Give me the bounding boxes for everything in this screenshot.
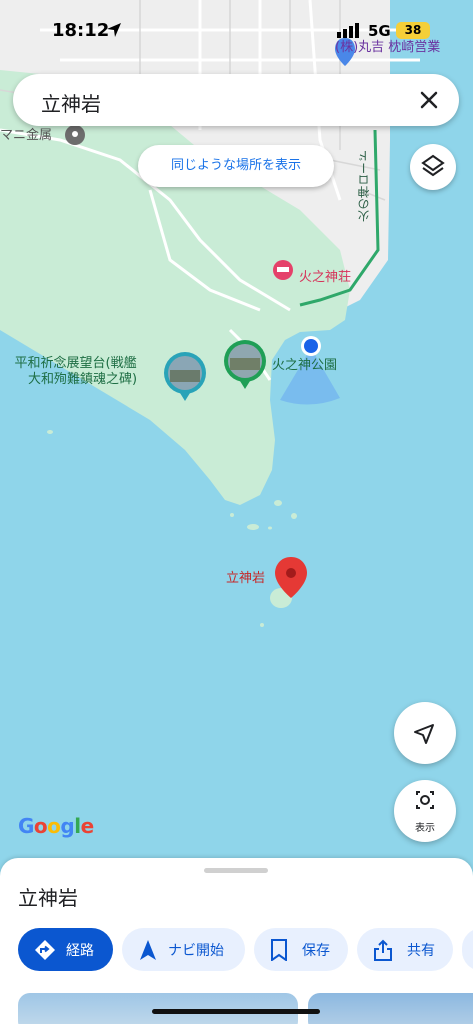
my-location-button[interactable]	[394, 702, 456, 764]
observatory-line-1: 平和祈念展望台(戦艦	[14, 356, 137, 371]
share-button[interactable]: 共有	[357, 928, 453, 971]
close-icon[interactable]	[415, 86, 443, 114]
lens-button[interactable]: 表示	[394, 780, 456, 842]
home-indicator[interactable]	[152, 1009, 320, 1014]
place-title: 立神岩	[18, 886, 78, 910]
similar-places-button[interactable]: 同じような場所を表示	[138, 145, 334, 187]
more-actions-chip[interactable]	[462, 928, 473, 971]
map-label-tategamiiwa[interactable]: 立神岩	[226, 571, 265, 587]
bookmark-icon	[271, 939, 287, 961]
map-label-hinokami-so[interactable]: 火之神荘	[299, 270, 351, 286]
search-bar[interactable]: 立神岩	[13, 74, 459, 126]
status-time: 18:12	[52, 20, 110, 41]
google-logo: Google	[18, 814, 94, 838]
place-photo[interactable]	[308, 993, 473, 1024]
save-button[interactable]: 保存	[254, 928, 348, 971]
directions-icon	[35, 940, 55, 960]
layers-icon	[421, 154, 445, 177]
observatory-line-2: 大和殉難鎮魂之碑)	[28, 372, 138, 387]
layers-button[interactable]	[410, 144, 456, 190]
save-label: 保存	[302, 943, 330, 959]
place-sheet[interactable]: 立神岩 経路 ナビ開始 保存 共有	[0, 858, 473, 1024]
status-bar: 18:12 5G 38 (株)丸吉 枕崎営業	[0, 0, 473, 62]
share-icon	[374, 939, 392, 961]
lens-label: 表示	[415, 823, 435, 834]
start-navigation-label: ナビ開始	[168, 943, 224, 959]
directions-label: 経路	[66, 943, 94, 959]
lens-icon	[416, 791, 434, 809]
share-label: 共有	[407, 943, 435, 959]
search-query[interactable]: 立神岩	[41, 88, 101, 117]
map-label-hinokami-park[interactable]: 火之神公園	[272, 358, 337, 374]
navigation-arrow-icon	[414, 724, 434, 744]
sheet-handle[interactable]	[204, 868, 268, 873]
poi-label-top[interactable]: (株)丸吉 枕崎営業	[335, 36, 440, 55]
directions-button[interactable]: 経路	[18, 928, 113, 971]
map-label-mani[interactable]: マニ金属	[0, 128, 52, 144]
navigation-arrow-icon	[140, 940, 156, 960]
start-navigation-button[interactable]: ナビ開始	[122, 928, 245, 971]
map-label-road: 火の神ロード	[357, 150, 371, 222]
map-label-observatory[interactable]: 平和祈念展望台(戦艦 大和殉難鎮魂之碑)	[14, 356, 138, 388]
location-arrow-icon	[107, 23, 121, 37]
